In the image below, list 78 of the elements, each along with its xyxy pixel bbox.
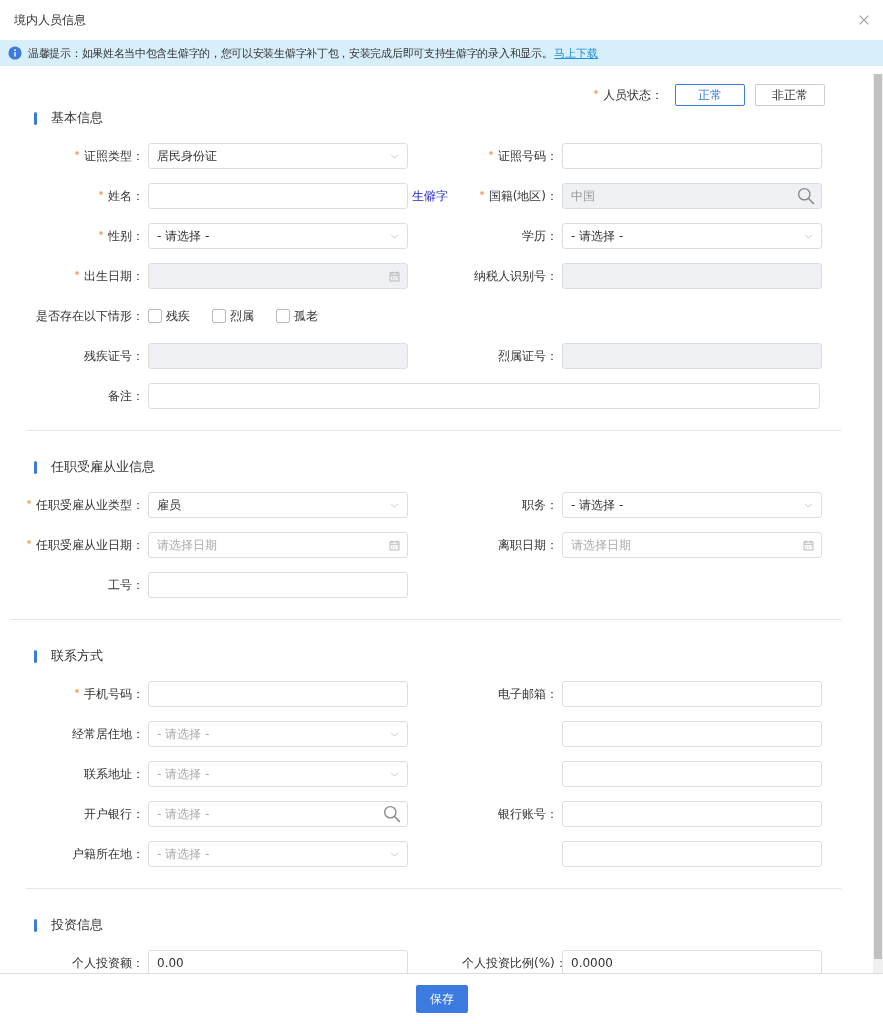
field-label: 残疾证号： [83, 347, 145, 365]
download-link[interactable]: 马上下载 [554, 45, 599, 61]
checkbox-label: 孤老 [294, 307, 318, 325]
input-field[interactable] [148, 681, 408, 707]
checkbox[interactable] [212, 309, 226, 323]
info-icon [8, 46, 22, 60]
input-field[interactable] [148, 572, 408, 598]
close-icon[interactable] [857, 13, 871, 27]
field-label: 出生日期： [0, 267, 148, 285]
search-icon[interactable] [383, 805, 401, 823]
section-title: 联系方式 [51, 647, 103, 665]
status-option[interactable]: 非正常 [755, 84, 825, 106]
select-field[interactable]: 居民身份证 [148, 143, 408, 169]
field-label: 联系地址： [83, 765, 145, 783]
notice-text: 温馨提示：如果姓名当中包含生僻字的，您可以安装生僻字补丁包，安装完成后即可支持生僻字的录入和显示。 [28, 45, 553, 61]
section-title: 投资信息 [51, 916, 103, 934]
field-label: 电子邮箱： [497, 685, 559, 703]
field-label: 烈属证号： [497, 347, 559, 365]
input-field[interactable] [562, 761, 822, 787]
field-label: 个人投资比例(%)： [462, 954, 562, 972]
input-field[interactable] [562, 143, 822, 169]
input-field[interactable] [148, 183, 408, 209]
calendar-icon [802, 538, 815, 552]
section-marker [34, 918, 37, 932]
input-field[interactable] [148, 383, 820, 409]
dialog-title: 境内人员信息 [14, 11, 86, 29]
rare-char-link[interactable]: 生僻字 [412, 187, 448, 205]
field-label: 户籍所在地： [71, 845, 145, 863]
field-label: 国籍(地区)： [462, 187, 562, 205]
field-label: 职务： [521, 496, 559, 514]
section-title: 任职受雇从业信息 [51, 458, 155, 476]
field-label: 离职日期： [497, 536, 559, 554]
input-field[interactable] [562, 681, 822, 707]
field-label: 性别： [0, 227, 148, 245]
field-label: 姓名： [0, 187, 148, 205]
select-field[interactable]: - 请选择 - [148, 721, 408, 747]
field-label: 任职受雇从业日期： [0, 536, 148, 554]
calendar-icon [388, 269, 401, 283]
checkbox-label: 烈属 [230, 307, 254, 325]
status-label: 人员状态： [593, 86, 663, 104]
section-marker [34, 111, 37, 125]
field-label: 证照类型： [0, 147, 148, 165]
field-label: 个人投资额： [71, 954, 145, 972]
checkbox[interactable] [148, 309, 162, 323]
field-label: 备注： [107, 387, 145, 405]
select-field[interactable]: - 请选择 - [562, 223, 822, 249]
field-label: 经常居住地： [71, 725, 145, 743]
search-field[interactable]: - 请选择 - [148, 801, 408, 827]
select-field[interactable]: - 请选择 - [562, 492, 822, 518]
field-label: 任职受雇从业类型： [0, 496, 148, 514]
field-label: 是否存在以下情形： [35, 307, 145, 325]
field-label: 银行账号： [497, 805, 559, 823]
input-field[interactable] [562, 841, 822, 867]
input-field[interactable] [562, 721, 822, 747]
select-field[interactable]: 雇员 [148, 492, 408, 518]
field-label: 纳税人识别号： [473, 267, 559, 285]
section-marker [34, 460, 37, 474]
input-field[interactable]: 0.00 [148, 950, 408, 973]
status-option[interactable]: 正常 [675, 84, 745, 106]
select-field[interactable]: - 请选择 - [148, 841, 408, 867]
field-label: 学历： [521, 227, 559, 245]
save-button[interactable]: 保存 [415, 985, 468, 1013]
date-field[interactable]: 请选择日期 [562, 532, 822, 558]
checkbox[interactable] [276, 309, 290, 323]
select-field[interactable]: - 请选择 - [148, 761, 408, 787]
field-label: 手机号码： [0, 685, 148, 703]
field-label: 工号： [107, 576, 145, 594]
select-field[interactable]: - 请选择 - [148, 223, 408, 249]
input-field[interactable]: 0.0000 [562, 950, 822, 973]
field-label: 开户银行： [83, 805, 145, 823]
scrollbar[interactable] [873, 74, 883, 973]
field-label: 证照号码： [462, 147, 562, 165]
checkbox-label: 残疾 [166, 307, 190, 325]
date-field[interactable]: 请选择日期 [148, 532, 408, 558]
section-marker [34, 649, 37, 663]
calendar-icon [388, 538, 401, 552]
section-title: 基本信息 [51, 109, 103, 127]
input-field[interactable] [562, 801, 822, 827]
